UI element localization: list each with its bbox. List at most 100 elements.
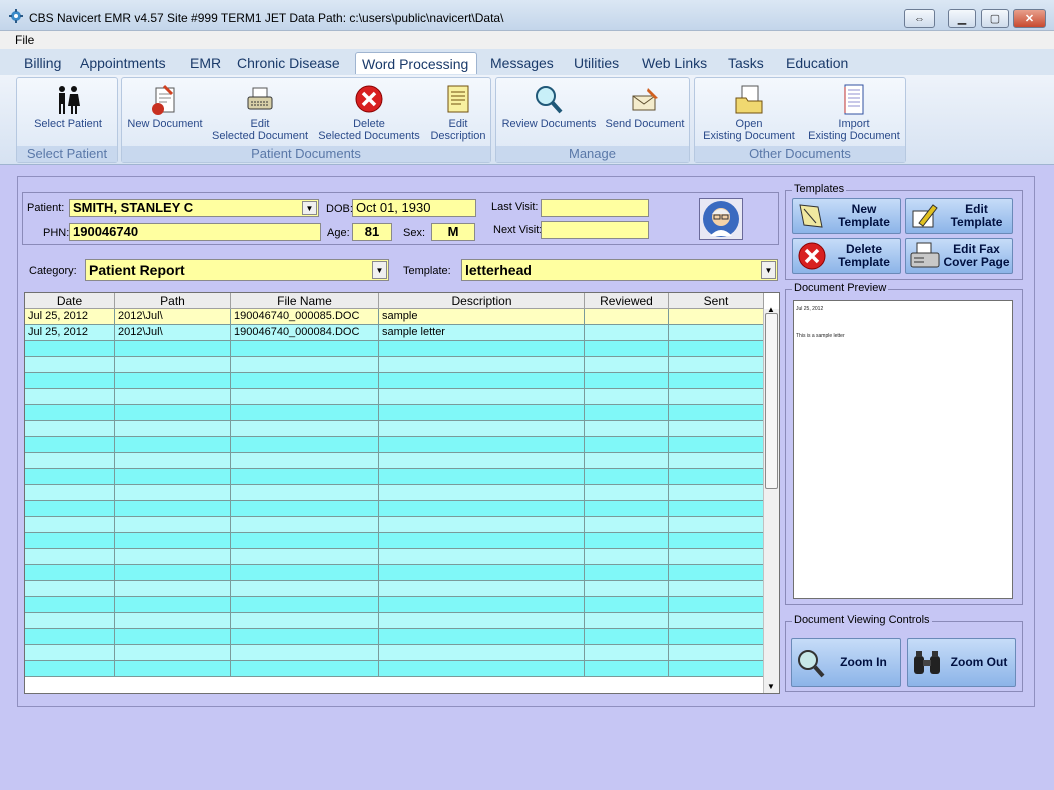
column-header-date[interactable]: Date <box>25 293 115 308</box>
phn-field[interactable]: 190046740 <box>69 223 321 241</box>
zoom-in-button[interactable]: Zoom In <box>791 638 901 687</box>
table-cell <box>231 629 379 645</box>
table-cell <box>115 405 231 421</box>
table-row[interactable] <box>25 389 764 405</box>
table-cell <box>231 517 379 533</box>
table-cell <box>115 453 231 469</box>
age-field[interactable]: 81 <box>352 223 392 241</box>
tab-chronic-disease[interactable]: Chronic Disease <box>231 52 346 74</box>
column-header-reviewed[interactable]: Reviewed <box>585 293 669 308</box>
column-header-description[interactable]: Description <box>379 293 585 308</box>
new-document-button[interactable]: New Document <box>124 84 206 130</box>
send-document-button[interactable]: Send Document <box>602 84 688 130</box>
last-visit-field[interactable] <box>541 199 649 217</box>
table-cell <box>25 645 115 661</box>
edit-template-label-1: Edit <box>965 202 988 216</box>
table-row[interactable] <box>25 437 764 453</box>
open-folder-icon <box>735 85 763 114</box>
table-row[interactable]: Jul 25, 2012 2012\Jul\ 190046740_000085.DO… <box>25 309 764 325</box>
chevron-down-icon[interactable]: ▼ <box>761 261 776 279</box>
table-row[interactable] <box>25 613 764 629</box>
table-row[interactable] <box>25 565 764 581</box>
new-template-button[interactable]: New Template <box>792 198 901 234</box>
table-row[interactable] <box>25 549 764 565</box>
table-row[interactable] <box>25 373 764 389</box>
table-row[interactable] <box>25 405 764 421</box>
close-button[interactable]: ✕ <box>1013 9 1046 28</box>
table-cell <box>585 453 669 469</box>
maximize-button[interactable]: ▢ <box>981 9 1009 28</box>
tab-billing[interactable]: Billing <box>18 52 67 74</box>
category-select[interactable]: Patient Report ▼ <box>85 259 389 281</box>
table-cell <box>115 373 231 389</box>
tab-messages[interactable]: Messages <box>484 52 560 74</box>
table-cell <box>669 309 764 325</box>
table-cell <box>669 373 764 389</box>
table-row[interactable] <box>25 485 764 501</box>
table-row[interactable] <box>25 501 764 517</box>
edit-fax-cover-page-button[interactable]: Edit Fax Cover Page <box>905 238 1013 274</box>
edit-document-label-2: Selected Document <box>212 130 308 142</box>
delete-selected-documents-button[interactable]: Delete Selected Documents <box>316 84 422 142</box>
table-cell <box>115 517 231 533</box>
table-row[interactable] <box>25 357 764 373</box>
open-existing-document-button[interactable]: Open Existing Document <box>699 84 799 142</box>
table-row[interactable] <box>25 629 764 645</box>
tab-web-links[interactable]: Web Links <box>636 52 713 74</box>
chevron-down-icon[interactable]: ▼ <box>302 201 317 215</box>
document-table[interactable]: Date Path File Name Description Reviewed… <box>24 292 780 694</box>
table-row[interactable] <box>25 421 764 437</box>
tab-emr[interactable]: EMR <box>184 52 227 74</box>
restore-arrows-button[interactable]: ⇔ <box>904 9 935 28</box>
table-row[interactable] <box>25 533 764 549</box>
send-document-label: Send Document <box>605 118 685 130</box>
table-row[interactable] <box>25 661 764 677</box>
edit-selected-document-button[interactable]: Edit Selected Document <box>210 84 310 142</box>
edit-template-button[interactable]: Edit Template <box>905 198 1013 234</box>
table-row[interactable] <box>25 341 764 357</box>
menu-file[interactable]: File <box>15 33 34 47</box>
dob-field[interactable]: Oct 01, 1930 <box>352 199 476 217</box>
table-row[interactable] <box>25 597 764 613</box>
template-select[interactable]: letterhead ▼ <box>461 259 778 281</box>
sex-field[interactable]: M <box>431 223 475 241</box>
tab-education[interactable]: Education <box>780 52 854 74</box>
table-row[interactable] <box>25 517 764 533</box>
table-cell <box>115 469 231 485</box>
doctor-avatar[interactable] <box>699 198 743 240</box>
review-documents-button[interactable]: Review Documents <box>500 84 598 130</box>
table-cell <box>231 405 379 421</box>
table-cell <box>115 565 231 581</box>
import-existing-document-button[interactable]: Import Existing Document <box>803 84 905 142</box>
table-row[interactable] <box>25 453 764 469</box>
zoom-out-button[interactable]: Zoom Out <box>907 638 1016 687</box>
table-cell <box>585 437 669 453</box>
table-row[interactable] <box>25 581 764 597</box>
tab-utilities[interactable]: Utilities <box>568 52 625 74</box>
scroll-down-icon[interactable]: ▼ <box>767 682 775 691</box>
table-header: Date Path File Name Description Reviewed… <box>25 293 764 309</box>
patient-name-select[interactable]: SMITH, STANLEY C ▼ <box>69 199 319 217</box>
document-preview[interactable]: Jul 25, 2012 This is a sample letter <box>793 300 1013 599</box>
tab-word-processing[interactable]: Word Processing <box>355 52 477 74</box>
table-cell <box>231 469 379 485</box>
chevron-down-icon[interactable]: ▼ <box>372 261 387 279</box>
fax-machine-icon <box>910 242 940 268</box>
delete-template-button[interactable]: Delete Template <box>792 238 901 274</box>
tab-appointments[interactable]: Appointments <box>74 52 172 74</box>
table-row[interactable] <box>25 469 764 485</box>
column-header-file-name[interactable]: File Name <box>231 293 379 308</box>
column-header-sent[interactable]: Sent <box>669 293 764 308</box>
next-visit-field[interactable] <box>541 221 649 239</box>
group-label-select-patient: Select Patient <box>17 146 117 162</box>
edit-description-button[interactable]: Edit Description <box>426 84 490 142</box>
table-row[interactable] <box>25 645 764 661</box>
tab-tasks[interactable]: Tasks <box>722 52 770 74</box>
vertical-scrollbar[interactable]: ▲ ▼ <box>763 305 779 693</box>
minimize-button[interactable]: ▁ <box>948 9 976 28</box>
select-patient-button[interactable]: Select Patient <box>23 84 113 130</box>
scroll-thumb[interactable] <box>765 313 778 489</box>
group-manage: Review Documents Send Document Manage <box>495 77 690 163</box>
table-row[interactable]: Jul 25, 2012 2012\Jul\ 190046740_000084.DO… <box>25 325 764 341</box>
column-header-path[interactable]: Path <box>115 293 231 308</box>
